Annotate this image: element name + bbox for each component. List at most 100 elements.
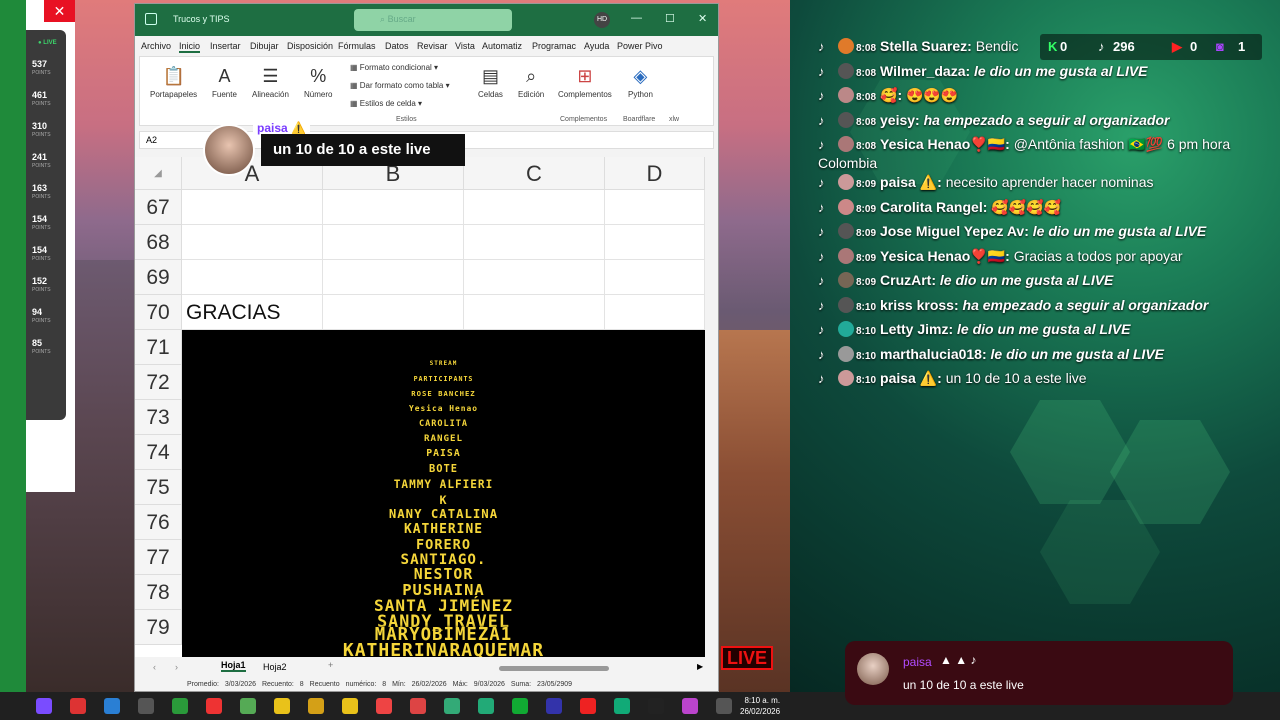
excel-window[interactable]: Trucos y TIPS ⌕ Buscar HD — ☐ ✕ Archivo I… <box>134 3 719 692</box>
fuente-group[interactable]: A Fuente <box>212 65 237 99</box>
cell[interactable] <box>182 190 323 225</box>
excel-titlebar: Trucos y TIPS ⌕ Buscar HD — ☐ ✕ <box>135 4 718 36</box>
taskbar-app-icon[interactable] <box>546 698 562 714</box>
row-header[interactable]: 67 <box>135 190 182 225</box>
cell[interactable] <box>323 190 464 225</box>
minimize-icon[interactable]: — <box>631 12 642 24</box>
sheet-tab-hoja2[interactable]: Hoja2 <box>263 662 287 672</box>
tab-ayuda[interactable]: Ayuda <box>584 41 609 51</box>
taskbar-app-icon[interactable] <box>206 698 222 714</box>
chat-avatar <box>838 136 854 152</box>
taskbar-app-icon[interactable] <box>70 698 86 714</box>
taskbar-app-icon[interactable] <box>308 698 324 714</box>
edicion-group[interactable]: ⌕ Edición <box>518 65 544 99</box>
taskbar-app-icon[interactable] <box>512 698 528 714</box>
row-header[interactable]: 73 <box>135 400 182 435</box>
column-header-d[interactable]: D <box>605 157 705 190</box>
dar-formato-tabla-button[interactable]: ▦ Dar formato como tabla ▾ <box>350 81 450 90</box>
row-header[interactable]: 70 <box>135 295 182 330</box>
alineacion-group[interactable]: ☰ Alineación <box>252 65 289 99</box>
cell[interactable] <box>182 225 323 260</box>
tab-dibujar[interactable]: Dibujar <box>250 41 279 51</box>
column-header-c[interactable]: C <box>464 157 605 190</box>
taskbar-app-icon[interactable] <box>104 698 120 714</box>
system-clock[interactable]: 8:10 a. m. 26/02/2026 <box>740 695 780 717</box>
row-header[interactable]: 71 <box>135 330 182 365</box>
close-icon[interactable]: ✕ <box>44 0 75 22</box>
cell[interactable] <box>464 225 605 260</box>
tab-power-pivo[interactable]: Power Pivo <box>617 41 663 51</box>
taskbar-app-icon[interactable] <box>614 698 630 714</box>
spreadsheet-grid[interactable]: ◢ STREAM PARTICIPANTS ROSE BANCHEZ Yesica H… <box>135 157 705 657</box>
complementos-button[interactable]: ⊞ Complementos <box>558 65 612 99</box>
document-title[interactable]: Trucos y TIPS <box>173 14 230 24</box>
row-header[interactable]: 76 <box>135 505 182 540</box>
select-all-corner[interactable]: ◢ <box>135 157 182 190</box>
tab-archivo[interactable]: Archivo <box>141 41 171 51</box>
close-window-icon[interactable]: ✕ <box>698 12 707 25</box>
search-input[interactable]: ⌕ Buscar <box>354 9 512 31</box>
row-header[interactable]: 79 <box>135 610 182 645</box>
celdas-group[interactable]: ▤ Celdas <box>478 65 503 99</box>
taskbar-app-icon[interactable] <box>444 698 460 714</box>
taskbar-app-icon[interactable] <box>376 698 392 714</box>
taskbar-app-icon[interactable] <box>240 698 256 714</box>
cell-a70[interactable]: GRACIAS <box>182 295 323 330</box>
formato-condicional-button[interactable]: ▦ Formato condicional ▾ <box>350 63 438 72</box>
name-box[interactable]: A2 <box>146 135 157 145</box>
cell[interactable] <box>605 190 705 225</box>
cell[interactable] <box>605 295 705 330</box>
horizontal-scrollbar[interactable] <box>499 666 609 671</box>
sheet-tab-hoja1[interactable]: Hoja1 <box>221 660 246 672</box>
add-sheet-icon[interactable]: + <box>328 660 333 670</box>
tab-insertar[interactable]: Insertar <box>210 41 241 51</box>
cell[interactable] <box>605 225 705 260</box>
next-sheet-icon[interactable]: › <box>175 662 178 672</box>
tab-f-rmulas[interactable]: Fórmulas <box>338 41 376 51</box>
taskbar-app-icon[interactable] <box>342 698 358 714</box>
cell[interactable] <box>323 295 464 330</box>
taskbar-app-icon[interactable] <box>580 698 596 714</box>
fuente-label: Fuente <box>212 90 237 99</box>
scroll-right-icon[interactable]: ▶ <box>697 662 703 671</box>
taskbar-app-icon[interactable] <box>648 698 664 714</box>
taskbar-app-icon[interactable] <box>716 698 732 714</box>
cell[interactable] <box>464 260 605 295</box>
tab-programac[interactable]: Programac <box>532 41 576 51</box>
taskbar-app-icon[interactable] <box>36 698 52 714</box>
taskbar-app-icon[interactable] <box>172 698 188 714</box>
cell[interactable] <box>464 190 605 225</box>
taskbar-app-icon[interactable] <box>478 698 494 714</box>
tab-inicio[interactable]: Inicio <box>179 41 201 53</box>
tab-datos[interactable]: Datos <box>385 41 409 51</box>
row-header[interactable]: 77 <box>135 540 182 575</box>
tab-vista[interactable]: Vista <box>455 41 475 51</box>
taskbar-app-icon[interactable] <box>682 698 698 714</box>
row-header[interactable]: 78 <box>135 575 182 610</box>
taskbar-app-icon[interactable] <box>274 698 290 714</box>
estilos-celda-button[interactable]: ▦ Estilos de celda ▾ <box>350 99 422 108</box>
numero-group[interactable]: % Número <box>304 65 332 99</box>
taskbar-app-icon[interactable] <box>138 698 154 714</box>
taskbar-app-icon[interactable] <box>410 698 426 714</box>
cell[interactable] <box>323 225 464 260</box>
cell[interactable] <box>323 260 464 295</box>
tiktok-icon: ♪ <box>1098 39 1105 54</box>
row-header[interactable]: 72 <box>135 365 182 400</box>
cell[interactable] <box>464 295 605 330</box>
dar-formato-tabla-label: Dar formato como tabla <box>359 81 444 90</box>
row-header[interactable]: 68 <box>135 225 182 260</box>
row-header[interactable]: 69 <box>135 260 182 295</box>
maximize-icon[interactable]: ☐ <box>665 12 675 25</box>
row-header[interactable]: 74 <box>135 435 182 470</box>
prev-sheet-icon[interactable]: ‹ <box>153 662 156 672</box>
tab-disposici-n[interactable]: Disposición <box>287 41 333 51</box>
avatar[interactable]: HD <box>594 12 610 28</box>
cell[interactable] <box>182 260 323 295</box>
tab-automatiz[interactable]: Automatiz <box>482 41 522 51</box>
tab-revisar[interactable]: Revisar <box>417 41 448 51</box>
row-header[interactable]: 75 <box>135 470 182 505</box>
python-button[interactable]: ◈ Python <box>628 65 653 99</box>
portapapeles-group[interactable]: 📋 Portapapeles <box>150 65 197 99</box>
cell[interactable] <box>605 260 705 295</box>
